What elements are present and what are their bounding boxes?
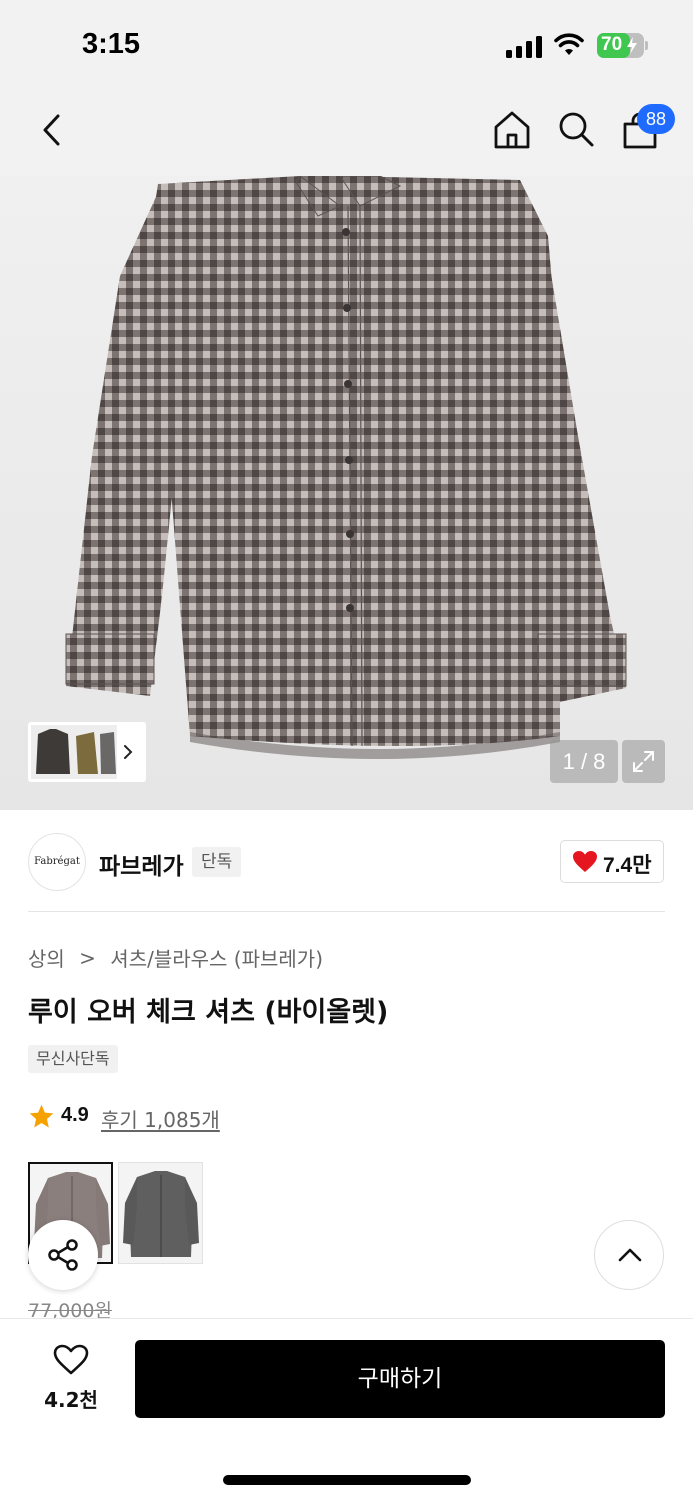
scroll-to-top-button[interactable]	[594, 1220, 664, 1290]
rating-value: 4.9	[61, 1104, 89, 1126]
chevron-right-icon[interactable]	[123, 744, 133, 760]
brand-like-count: 7.4만	[603, 854, 652, 877]
battery-icon: 70	[597, 33, 644, 58]
breadcrumb-category[interactable]: 상의	[28, 943, 65, 972]
product-image-gallery[interactable]	[0, 176, 693, 810]
search-icon[interactable]	[557, 110, 595, 150]
divider	[28, 911, 665, 912]
back-chevron-left-icon[interactable]	[38, 112, 64, 148]
home-indicator	[223, 1475, 471, 1485]
product-title: 루이 오버 체크 셔츠 (바이올렛)	[28, 997, 389, 1028]
share-button[interactable]	[28, 1220, 98, 1290]
exclusive-badge: 단독	[192, 847, 242, 877]
brand-name[interactable]: 파브레가	[99, 847, 184, 881]
signal-icon	[506, 36, 544, 58]
star-icon	[29, 1104, 54, 1128]
buy-button[interactable]: 구매하기	[135, 1340, 665, 1418]
breadcrumb-separator: >	[79, 945, 96, 970]
color-option-gray-check[interactable]	[118, 1162, 203, 1264]
musinsa-exclusive-badge: 무신사단독	[28, 1045, 118, 1073]
color-swatch-image	[123, 1171, 199, 1257]
chevron-up-icon	[618, 1248, 642, 1262]
image-counter: 1 / 8	[550, 740, 618, 783]
expand-icon	[633, 751, 654, 772]
share-icon	[48, 1239, 78, 1271]
top-nav-bar	[0, 90, 693, 176]
cart-count-badge: 88	[637, 104, 675, 134]
battery-level: 70	[601, 34, 623, 55]
heart-icon	[573, 851, 597, 872]
brand-like-button[interactable]: 7.4만	[560, 840, 664, 883]
wishlist-button[interactable]: 4.2천	[28, 1340, 114, 1418]
breadcrumb-subcategory[interactable]: 셔츠/블라우스 (파브레가)	[110, 943, 323, 972]
status-bar: 3:15 70	[0, 0, 693, 90]
product-shirt-image	[65, 176, 627, 759]
wifi-icon	[554, 33, 584, 55]
breadcrumb: 상의 > 셔츠/블라우스 (파브레가)	[28, 943, 323, 972]
home-icon[interactable]	[493, 110, 531, 150]
battery-cap	[645, 41, 648, 50]
heart-outline-icon	[53, 1344, 89, 1375]
wishlist-count: 4.2천	[44, 1388, 98, 1412]
expand-button[interactable]	[622, 740, 665, 783]
brand-logo[interactable]: Fabrégat	[28, 833, 86, 891]
status-time: 3:15	[82, 28, 141, 60]
review-count-link[interactable]: 후기 1,085개	[101, 1104, 220, 1133]
gallery-thumbnail-strip[interactable]	[28, 722, 146, 782]
